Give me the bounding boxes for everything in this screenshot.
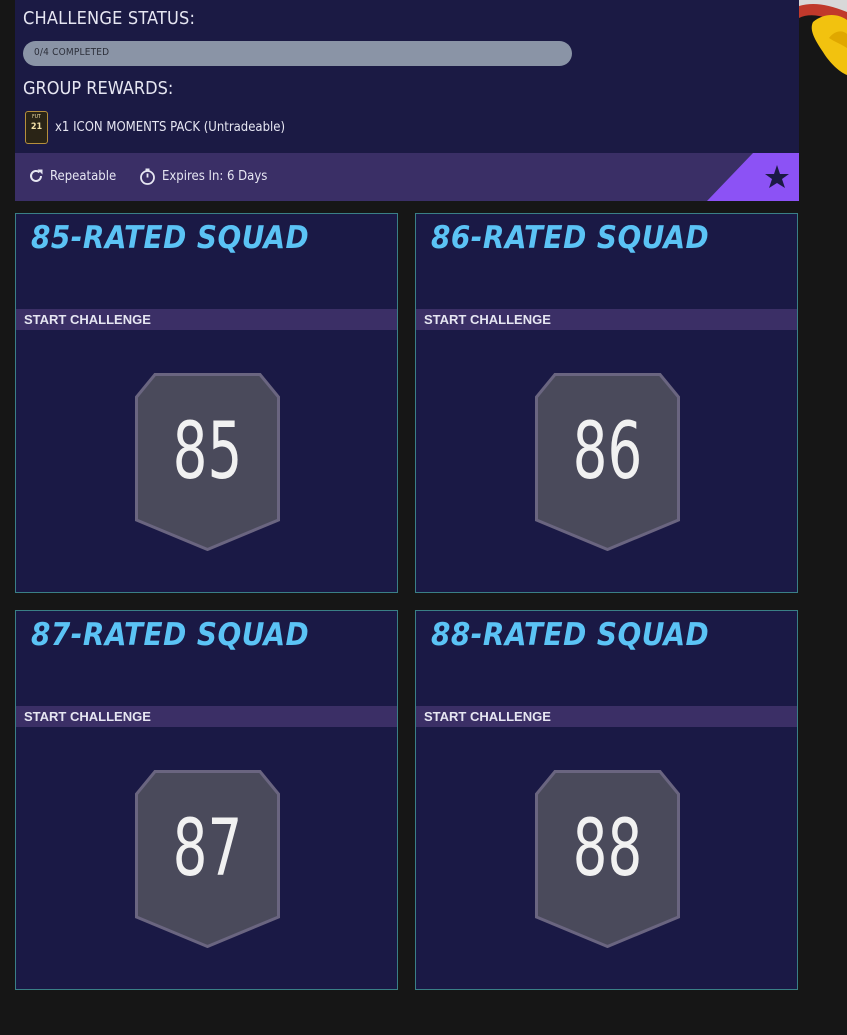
expiry-indicator: Expires In: 6 Days bbox=[139, 168, 267, 185]
challenge-status-panel: CHALLENGE STATUS: 0/4 COMPLETED GROUP RE… bbox=[15, 0, 799, 153]
rating-value: 85 bbox=[172, 407, 243, 497]
squad-challenge-card-88[interactable]: 88-RATED SQUAD START CHALLENGE 88 bbox=[415, 610, 798, 990]
pack-number: 21 bbox=[30, 121, 43, 132]
reward-item: FUT 21 x1 ICON MOMENTS PACK (Untradeable… bbox=[25, 110, 286, 144]
start-challenge-label: START CHALLENGE bbox=[24, 312, 151, 327]
repeatable-label: Repeatable bbox=[50, 168, 117, 184]
start-challenge-label: START CHALLENGE bbox=[424, 312, 551, 327]
rating-value: 88 bbox=[572, 804, 643, 894]
pack-icon: FUT 21 bbox=[25, 110, 48, 144]
squad-challenge-card-85[interactable]: 85-RATED SQUAD START CHALLENGE 85 bbox=[15, 213, 398, 593]
card-title: 86-RATED SQUAD bbox=[431, 220, 710, 256]
repeat-icon bbox=[30, 169, 43, 182]
group-rewards-label: GROUP REWARDS: bbox=[23, 78, 174, 99]
pack-brand: FUT bbox=[32, 113, 41, 120]
start-challenge-label: START CHALLENGE bbox=[424, 709, 551, 724]
rating-badge: 85 bbox=[135, 373, 280, 552]
challenge-progress-bar: 0/4 COMPLETED bbox=[23, 41, 572, 66]
stopwatch-icon bbox=[140, 168, 155, 185]
reward-text: x1 ICON MOMENTS PACK (Untradeable) bbox=[55, 119, 286, 135]
squad-challenge-card-87[interactable]: 87-RATED SQUAD START CHALLENGE 87 bbox=[15, 610, 398, 990]
squad-challenge-card-86[interactable]: 86-RATED SQUAD START CHALLENGE 86 bbox=[415, 213, 798, 593]
start-challenge-label: START CHALLENGE bbox=[24, 709, 151, 724]
rating-badge: 87 bbox=[135, 770, 280, 949]
challenge-status-label: CHALLENGE STATUS: bbox=[23, 8, 196, 29]
start-challenge-button[interactable]: START CHALLENGE bbox=[16, 706, 397, 727]
start-challenge-button[interactable]: START CHALLENGE bbox=[16, 309, 397, 330]
card-title: 85-RATED SQUAD bbox=[31, 220, 310, 256]
expires-label: Expires In: 6 Days bbox=[162, 169, 268, 184]
rating-badge: 86 bbox=[535, 373, 680, 552]
card-title: 88-RATED SQUAD bbox=[431, 617, 710, 653]
card-title: 87-RATED SQUAD bbox=[31, 617, 310, 653]
challenge-info-bar: Repeatable Expires In: 6 Days bbox=[15, 153, 799, 201]
favorite-star-icon[interactable] bbox=[707, 153, 799, 201]
rating-value: 86 bbox=[572, 407, 643, 497]
rating-value: 87 bbox=[172, 804, 243, 894]
background-art bbox=[799, 0, 847, 75]
rating-badge: 88 bbox=[535, 770, 680, 949]
start-challenge-button[interactable]: START CHALLENGE bbox=[416, 309, 797, 330]
repeatable-indicator: Repeatable bbox=[28, 168, 116, 184]
start-challenge-button[interactable]: START CHALLENGE bbox=[416, 706, 797, 727]
progress-text: 0/4 COMPLETED bbox=[34, 47, 110, 58]
